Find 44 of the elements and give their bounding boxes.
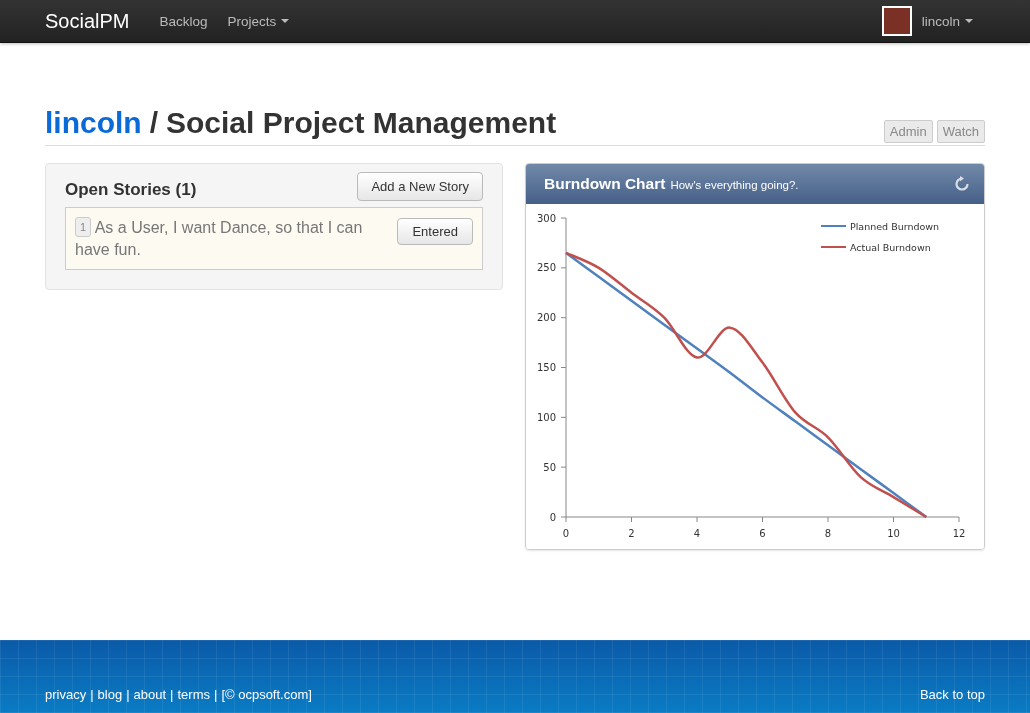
axis-tick-label: 150 xyxy=(536,362,556,373)
nav-link[interactable]: Backlog xyxy=(159,13,208,29)
axis-tick-label: 250 xyxy=(536,262,556,274)
axis-tick-label: 0 xyxy=(562,528,570,539)
legend-label: Planned Burndown xyxy=(850,220,940,232)
footer-link[interactable]: [© ocpsoft.com] xyxy=(221,687,312,702)
link-separator: | xyxy=(170,687,174,702)
add-story-button[interactable]: Add a New Story xyxy=(357,172,483,201)
chart-title: Burndown Chart xyxy=(544,175,666,192)
axis-tick-label: 50 xyxy=(543,461,556,473)
footer-link[interactable]: blog xyxy=(97,687,123,702)
action-button[interactable]: Watch xyxy=(936,120,985,143)
title-separator: / xyxy=(149,106,158,139)
user-menu[interactable]: lincoln xyxy=(921,13,973,29)
link-separator: | xyxy=(90,687,94,702)
project-title: Social Project Management xyxy=(166,106,557,139)
link-separator: | xyxy=(214,687,218,702)
brand-link[interactable]: SocialPM xyxy=(45,9,130,33)
axis-tick-label: 2 xyxy=(628,528,635,539)
link-separator: | xyxy=(126,687,130,702)
axis-tick-label: 0 xyxy=(549,511,556,523)
footer-link[interactable]: terms xyxy=(177,687,210,702)
avatar-placeholder xyxy=(881,6,912,36)
action-button[interactable]: Admin xyxy=(883,120,933,143)
panel-title: Open Stories (1) xyxy=(65,179,197,200)
axis-tick-label: 100 xyxy=(536,411,556,423)
chart-subtitle: How's everything going?. xyxy=(670,179,799,191)
owner-link[interactable]: lincoln xyxy=(45,106,142,139)
axis-tick-label: 8 xyxy=(824,528,832,539)
axis-tick-label: 6 xyxy=(759,528,766,539)
status-button[interactable]: Entered xyxy=(397,218,473,245)
refresh-icon[interactable] xyxy=(954,176,970,192)
back-to-top-link[interactable]: Back to top xyxy=(919,687,985,702)
story-number[interactable]: 1 xyxy=(75,217,92,237)
legend-label: Actual Burndown xyxy=(850,241,931,253)
axis-tick-label: 200 xyxy=(536,312,556,324)
footer-link[interactable]: about xyxy=(133,687,167,702)
axis-tick-label: 12 xyxy=(952,528,966,539)
axis-tick-label: 300 xyxy=(536,212,556,224)
nav-link[interactable]: Projects xyxy=(227,13,290,29)
axis-tick-label: 10 xyxy=(887,528,900,539)
axis-tick-label: 4 xyxy=(693,528,701,539)
story-text: 1 As a User, I want Dance, so that I can have fun. xyxy=(75,217,364,260)
footer-link[interactable]: privacy xyxy=(45,687,87,702)
